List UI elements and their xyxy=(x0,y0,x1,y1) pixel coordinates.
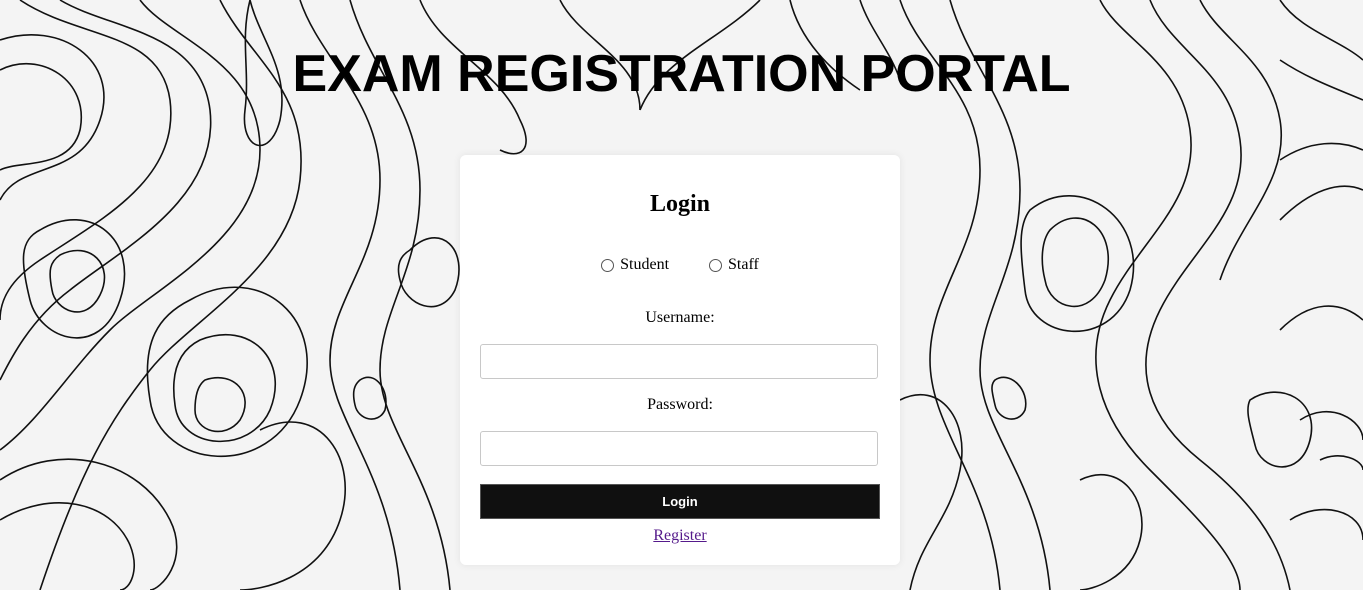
role-selector: Student Staff xyxy=(460,256,900,277)
register-link-container: Register xyxy=(460,527,900,545)
role-option-student[interactable]: Student xyxy=(601,256,669,274)
password-label: Password: xyxy=(647,396,713,413)
password-input[interactable] xyxy=(480,431,878,466)
staff-label: Staff xyxy=(728,256,759,273)
student-label: Student xyxy=(620,256,670,273)
username-input[interactable] xyxy=(480,344,878,379)
username-label: Username: xyxy=(645,309,715,326)
login-card: Login Student Staff Username: Password: … xyxy=(460,155,900,565)
register-link[interactable]: Register xyxy=(653,527,706,544)
page-title: EXAM REGISTRATION PORTAL xyxy=(292,45,1071,103)
login-heading: Login xyxy=(649,191,711,217)
staff-radio[interactable] xyxy=(709,258,723,272)
login-button[interactable]: Login xyxy=(480,484,880,519)
role-option-staff[interactable]: Staff xyxy=(709,256,759,274)
student-radio[interactable] xyxy=(601,258,615,272)
